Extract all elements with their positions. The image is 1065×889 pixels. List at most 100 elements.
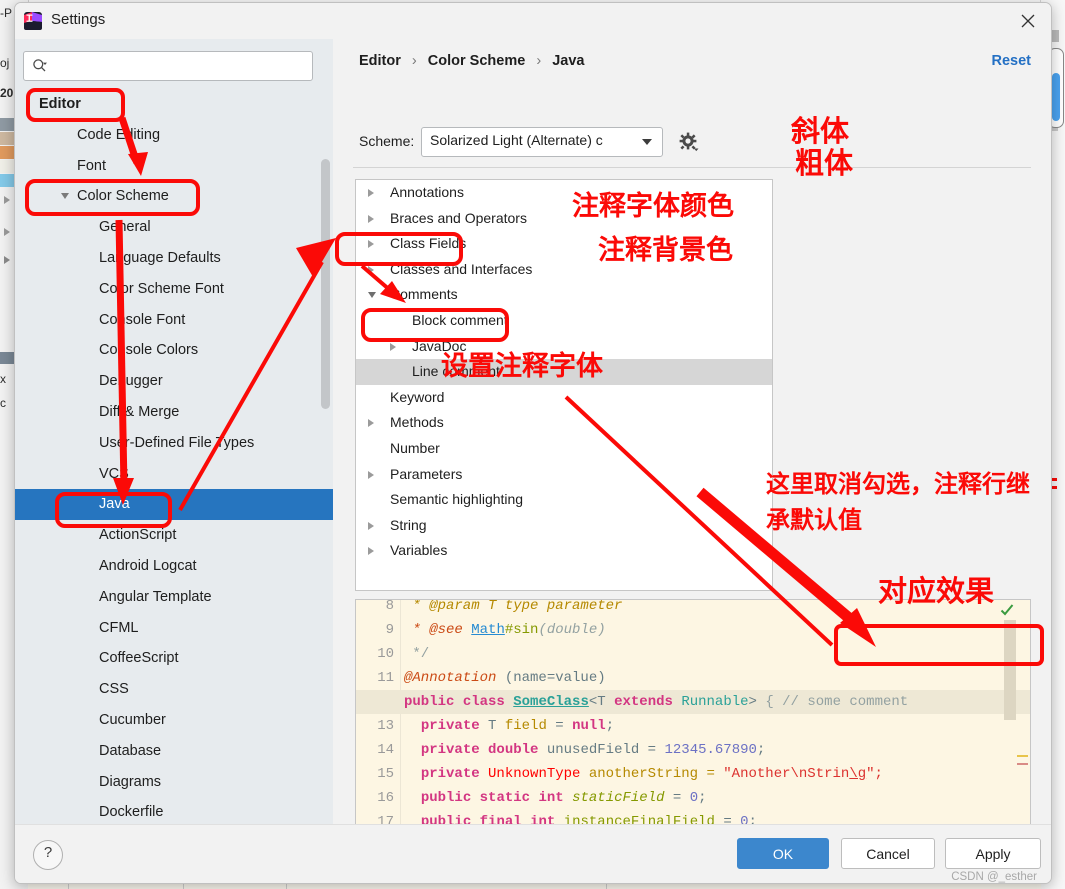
- reset-link[interactable]: Reset: [992, 53, 1032, 69]
- code-token: Math: [471, 622, 505, 638]
- settings-tree[interactable]: Editor Code Editing Font Color Scheme Genera…: [15, 89, 333, 825]
- chevron-right-icon[interactable]: [368, 419, 374, 428]
- sidebar-item-diagrams[interactable]: Diagrams: [15, 767, 333, 798]
- attribute-row-string[interactable]: String: [356, 513, 772, 539]
- breadcrumb-item-editor[interactable]: Editor: [359, 53, 401, 69]
- sidebar-item-label: CFML: [99, 619, 139, 636]
- sidebar-item-dockerfile[interactable]: Dockerfile: [15, 797, 333, 825]
- code-token: public: [420, 790, 472, 806]
- sidebar-item-css[interactable]: CSS: [15, 674, 333, 705]
- attribute-row-semantic-highlighting[interactable]: Semantic highlighting: [356, 487, 772, 513]
- sidebar-item-user-defined-file-types[interactable]: User-Defined File Types: [15, 428, 333, 459]
- code-token: 0: [689, 790, 699, 806]
- attribute-row-javadoc[interactable]: JavaDoc: [356, 334, 772, 360]
- code-token: #sin: [504, 622, 539, 638]
- attribute-row-braces-and-operators[interactable]: Braces and Operators: [356, 206, 772, 232]
- sidebar-item-database[interactable]: Database: [15, 736, 333, 767]
- attribute-row-annotations[interactable]: Annotations: [356, 180, 772, 206]
- sidebar-item-coffeescript[interactable]: CoffeeScript: [15, 643, 333, 674]
- code-token: (name=value): [496, 670, 606, 686]
- bg-label-4: c: [0, 396, 6, 410]
- attribute-row-block-comment[interactable]: Block comment: [356, 308, 772, 334]
- cancel-button[interactable]: Cancel: [841, 838, 935, 869]
- preview-scrollbar-thumb[interactable]: [1004, 620, 1016, 720]
- chevron-right-icon[interactable]: [368, 189, 374, 197]
- chevron-down-icon[interactable]: [368, 292, 376, 302]
- chevron-right-icon[interactable]: [368, 470, 374, 479]
- search-box[interactable]: [23, 51, 313, 81]
- settings-sidebar: Editor Code Editing Font Color Scheme Genera…: [15, 39, 333, 825]
- breadcrumb-item-color-scheme[interactable]: Color Scheme: [428, 53, 526, 69]
- search-input[interactable]: [56, 52, 310, 80]
- sidebar-item-console-font[interactable]: Console Font: [15, 305, 333, 336]
- chevron-right-icon[interactable]: [368, 521, 374, 530]
- gear-icon[interactable]: [678, 131, 700, 153]
- attribute-row-class-fields[interactable]: Class Fields: [356, 231, 772, 257]
- sidebar-item-color-scheme-font[interactable]: Color Scheme Font: [15, 274, 333, 305]
- inspection-ok-icon: [1000, 603, 1014, 622]
- breadcrumb-item-java[interactable]: Java: [552, 53, 584, 69]
- code-preview[interactable]: 89101112131415161718 * @param T type par…: [355, 599, 1031, 846]
- bg-expander-1-icon: [4, 196, 10, 204]
- sidebar-item-code-editing[interactable]: Code Editing: [15, 120, 333, 151]
- color-attributes-tree[interactable]: Annotations Braces and Operators Class Fie…: [355, 179, 773, 591]
- ok-button[interactable]: OK: [737, 838, 829, 869]
- apply-button[interactable]: Apply: [945, 838, 1041, 869]
- code-token: @see: [429, 622, 472, 638]
- help-button[interactable]: ?: [33, 840, 63, 870]
- attribute-label: String: [390, 516, 427, 533]
- attribute-row-methods[interactable]: Methods: [356, 410, 772, 436]
- sidebar-item-diff-merge[interactable]: Diff & Merge: [15, 397, 333, 428]
- sidebar-item-debugger[interactable]: Debugger: [15, 366, 333, 397]
- sidebar-item-console-colors[interactable]: Console Colors: [15, 335, 333, 366]
- sidebar-item-general[interactable]: General: [15, 212, 333, 243]
- code-token: =: [546, 718, 573, 734]
- sidebar-item-android-logcat[interactable]: Android Logcat: [15, 551, 333, 582]
- sidebar-item-java[interactable]: Java: [15, 489, 333, 521]
- attribute-row-classes-and-interfaces[interactable]: Classes and Interfaces: [356, 257, 772, 283]
- attribute-row-line-comment[interactable]: Line comment: [356, 359, 772, 385]
- attribute-row-variables[interactable]: Variables: [356, 538, 772, 564]
- sidebar-item-actionscript[interactable]: ActionScript: [15, 520, 333, 551]
- attribute-label: Block comment: [412, 311, 508, 328]
- attribute-row-parameters[interactable]: Parameters: [356, 462, 772, 488]
- sidebar-item-label: Angular Template: [99, 588, 212, 605]
- code-token: private: [420, 766, 480, 782]
- dialog-title: Settings: [51, 11, 106, 28]
- chevron-right-icon[interactable]: [368, 240, 374, 249]
- bg-scrollbar-thumb[interactable]: [1052, 73, 1060, 121]
- sidebar-scrollbar-thumb[interactable]: [321, 159, 330, 409]
- sidebar-item-label: VCS: [99, 465, 129, 482]
- code-token: SomeClass: [513, 694, 589, 710]
- attribute-label: Keyword: [390, 388, 445, 405]
- chevron-right-icon[interactable]: [390, 342, 396, 351]
- code-token: private: [420, 718, 480, 734]
- attribute-row-number[interactable]: Number: [356, 436, 772, 462]
- chevron-right-icon[interactable]: [368, 214, 374, 223]
- code-token: // some comment: [782, 694, 909, 710]
- chevron-right-icon[interactable]: [368, 265, 374, 274]
- chevron-right-icon[interactable]: [368, 547, 374, 556]
- attribute-label: Braces and Operators: [390, 209, 527, 226]
- chevron-down-icon[interactable]: [61, 193, 69, 200]
- sidebar-item-angular-template[interactable]: Angular Template: [15, 582, 333, 613]
- sidebar-item-cfml[interactable]: CFML: [15, 613, 333, 644]
- attribute-row-keyword[interactable]: Keyword: [356, 385, 772, 411]
- code-token: class: [462, 694, 505, 710]
- attribute-row-comments[interactable]: Comments: [356, 282, 772, 308]
- sidebar-item-vcs[interactable]: VCS: [15, 459, 333, 490]
- close-icon[interactable]: [1005, 3, 1051, 37]
- sidebar-item-cucumber[interactable]: Cucumber: [15, 705, 333, 736]
- sidebar-item-font[interactable]: Font: [15, 151, 333, 182]
- intellij-idea-icon: [23, 11, 43, 31]
- scheme-dropdown[interactable]: Solarized Light (Alternate) c: [421, 127, 663, 157]
- sidebar-item-editor[interactable]: Editor: [15, 89, 333, 120]
- sidebar-item-label: User-Defined File Types: [99, 434, 255, 451]
- sidebar-item-language-defaults[interactable]: Language Defaults: [15, 243, 333, 274]
- code-token: Runnable: [681, 694, 749, 710]
- sidebar-item-color-scheme[interactable]: Color Scheme: [15, 181, 333, 212]
